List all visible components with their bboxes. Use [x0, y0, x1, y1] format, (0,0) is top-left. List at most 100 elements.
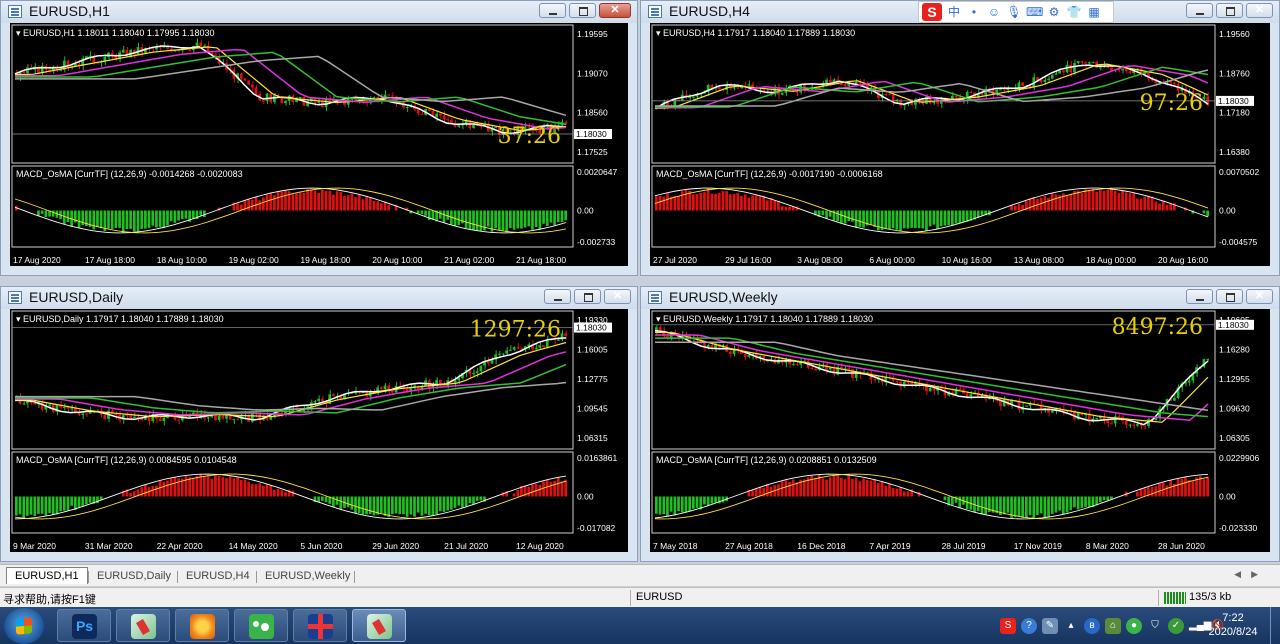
system-tray: S ? ✎ ▴ ʙ ⌂ ● ⛉ ✓ ▂▄▆ 🔇: [1000, 613, 1226, 639]
toolbox-icon[interactable]: ⚙: [1046, 4, 1062, 20]
skin-shirt-icon[interactable]: 👕: [1066, 4, 1082, 20]
macd-histogram-bar: [1106, 190, 1110, 211]
macd-histogram-bar: [262, 486, 265, 497]
close-button[interactable]: [1246, 289, 1273, 304]
macd-histogram-bar: [847, 475, 851, 497]
maximize-button[interactable]: [1216, 3, 1243, 18]
sogou-tray-icon[interactable]: S: [1000, 618, 1016, 634]
macd-histogram-bar: [162, 210, 166, 229]
show-desktop-button[interactable]: [1270, 607, 1280, 644]
macd-histogram-bar: [1002, 496, 1006, 515]
sogou-logo-icon[interactable]: S: [922, 3, 942, 21]
macd-histogram-bar: [461, 496, 464, 509]
macd-histogram-bar: [280, 490, 284, 497]
macd-histogram-bar: [1169, 480, 1172, 497]
microphone-icon[interactable]: 🎙: [1006, 4, 1022, 20]
macd-scale-label: 0.0229906: [1219, 453, 1259, 463]
macd-scale-label: 0.0163861: [577, 453, 617, 463]
macd-histogram-bar: [899, 487, 902, 497]
maximize-button[interactable]: [569, 3, 596, 18]
macd-histogram-bar: [114, 210, 118, 229]
taskbar-metatrader-1[interactable]: [116, 609, 170, 642]
macd-histogram-bar: [865, 480, 869, 497]
candle-body: [405, 389, 409, 392]
candle-body: [512, 347, 516, 350]
macd-histogram-bar: [1010, 205, 1013, 211]
macd-histogram-bar: [840, 210, 843, 223]
time-axis-label: 3 Aug 08:00: [797, 255, 843, 265]
minimize-button[interactable]: [539, 3, 566, 18]
chart-area[interactable]: ▾ EURUSD,Weekly 1.17917 1.18040 1.17889 …: [650, 309, 1270, 552]
emoji-icon[interactable]: ☺: [986, 4, 1002, 20]
window-titlebar[interactable]: EURUSD,Daily: [1, 287, 637, 309]
macd-histogram-bar: [1124, 192, 1128, 211]
tab-eurusd-h1[interactable]: EURUSD,H1: [6, 567, 88, 584]
start-button[interactable]: [4, 608, 44, 644]
window-titlebar[interactable]: EURUSD,H1: [1, 1, 637, 23]
chart-area[interactable]: ▾ EURUSD,H1 1.18011 1.18040 1.17995 1.18…: [10, 23, 628, 266]
candle-body: [265, 93, 269, 102]
grid-menu-icon[interactable]: ▦: [1086, 4, 1102, 20]
taskbar-metatrader-2[interactable]: [352, 609, 406, 642]
macd-histogram-bar: [1206, 476, 1209, 497]
expand-tray-icon[interactable]: ▴: [1063, 618, 1079, 634]
macd-histogram-bar: [888, 210, 891, 230]
macd-histogram-bar: [766, 483, 769, 497]
macd-histogram-bar: [832, 474, 836, 497]
chart-window-weekly[interactable]: EURUSD,Weekly ▾ EURUSD,Weekly 1.17917 1.…: [640, 286, 1280, 562]
window-titlebar[interactable]: EURUSD,Weekly: [641, 287, 1279, 309]
minimize-button[interactable]: [544, 289, 571, 304]
taskbar-wechat[interactable]: [234, 609, 288, 642]
help-tray-icon[interactable]: ?: [1021, 618, 1037, 634]
maximize-button[interactable]: [574, 289, 601, 304]
maximize-button[interactable]: [1216, 289, 1243, 304]
taskbar-firefox[interactable]: [175, 609, 229, 642]
close-button[interactable]: [604, 289, 631, 304]
wechat-tray-icon[interactable]: ●: [1126, 618, 1142, 634]
security-tray-icon[interactable]: ✓: [1168, 618, 1184, 634]
chart-window-h4[interactable]: EURUSD,H4 ▾ EURUSD,H4 1.17917 1.18040 1.…: [640, 0, 1280, 276]
taskbar-photoshop[interactable]: Ps: [57, 609, 111, 642]
ime-toolbar[interactable]: S 中 • ☺ 🎙 ⌨ ⚙ 👕 ▦: [918, 1, 1114, 23]
candle-body: [206, 417, 210, 419]
network-tray-icon[interactable]: ⌂: [1105, 618, 1121, 634]
pen-tray-icon[interactable]: ✎: [1042, 618, 1058, 634]
taskbar-flag-app[interactable]: [293, 609, 347, 642]
close-button[interactable]: [1246, 3, 1273, 18]
macd-histogram-bar: [688, 190, 691, 211]
taskbar-clock[interactable]: 7:22 2020/8/24: [1203, 611, 1263, 639]
candle-body: [162, 417, 166, 421]
macd-histogram-bar: [688, 496, 691, 512]
candle-body: [391, 391, 394, 393]
macd-scale-label: -0.002733: [577, 237, 616, 247]
keyboard-icon[interactable]: ⌨: [1026, 4, 1043, 20]
candle-body: [494, 127, 497, 129]
macd-histogram-bar: [269, 193, 273, 211]
macd-histogram-bar: [825, 210, 828, 219]
macd-histogram-bar: [1065, 195, 1069, 211]
tab-eurusd-weekly[interactable]: EURUSD,Weekly: [257, 568, 358, 585]
candle-body: [1025, 405, 1028, 407]
macd-histogram-bar: [1139, 198, 1143, 211]
punctuation-icon[interactable]: •: [966, 4, 982, 20]
chart-window-daily[interactable]: EURUSD,Daily ▾ EURUSD,Daily 1.17917 1.18…: [0, 286, 638, 562]
macd-histogram-bar: [877, 482, 880, 497]
macd-histogram-bar: [180, 210, 184, 220]
shield-tray-icon[interactable]: ⛉: [1147, 618, 1163, 634]
bluetooth-tray-icon[interactable]: ʙ: [1084, 618, 1100, 634]
candle-body: [791, 364, 795, 366]
chart-area[interactable]: ▾ EURUSD,H4 1.17917 1.18040 1.17889 1.18…: [650, 23, 1270, 266]
clock-time: 7:22: [1222, 612, 1244, 624]
macd-histogram-bar: [505, 210, 509, 233]
tab-eurusd-daily[interactable]: EURUSD,Daily: [89, 568, 179, 585]
chart-window-icon: [8, 291, 22, 304]
chart-area[interactable]: ▾ EURUSD,Daily 1.17917 1.18040 1.17889 1…: [10, 309, 628, 552]
minimize-button[interactable]: [1186, 289, 1213, 304]
macd-histogram-bar: [666, 193, 669, 211]
ime-mode-toggle[interactable]: 中: [946, 4, 962, 20]
minimize-button[interactable]: [1186, 3, 1213, 18]
chart-window-h1[interactable]: EURUSD,H1 ▾ EURUSD,H1 1.18011 1.18040 1.…: [0, 0, 638, 276]
tab-scroll-arrows-icon[interactable]: ◀▶: [1234, 569, 1268, 580]
close-button[interactable]: [599, 3, 631, 18]
tab-eurusd-h4[interactable]: EURUSD,H4: [178, 568, 258, 585]
